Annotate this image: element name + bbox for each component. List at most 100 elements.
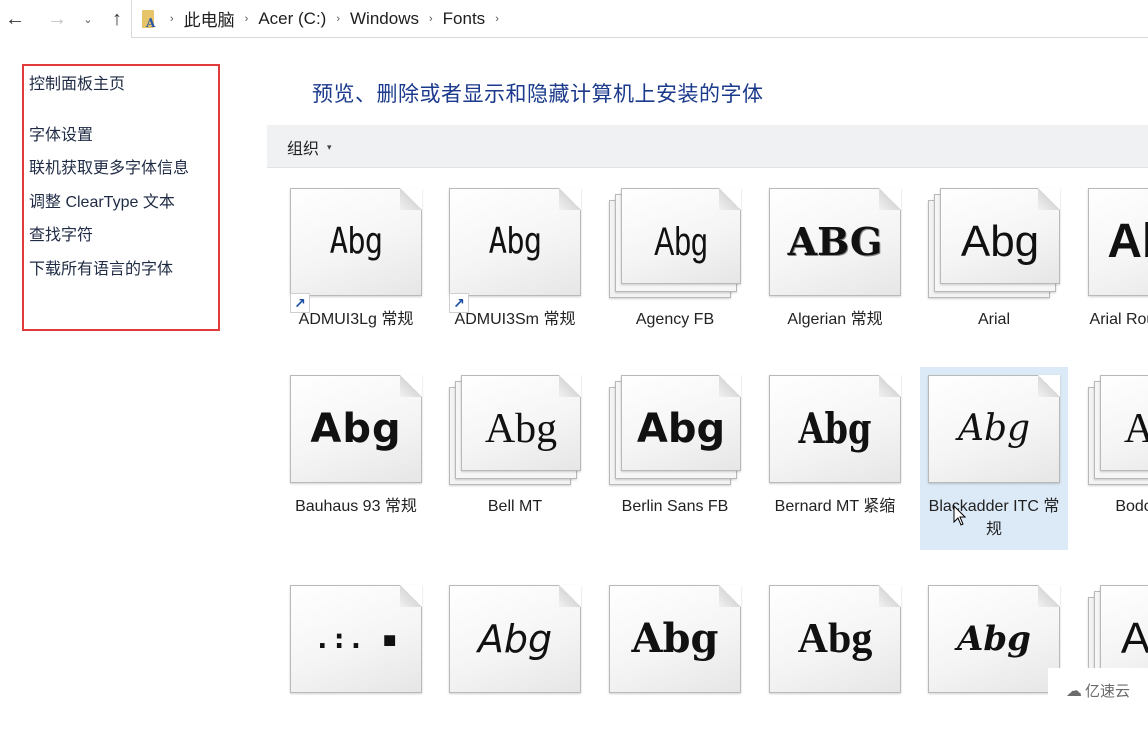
font-file-icon: Abg [290, 375, 426, 485]
caret-down-icon: ▾ [327, 141, 332, 152]
font-item[interactable]: Abg [1080, 577, 1148, 755]
watermark-text: 亿速云 [1084, 683, 1130, 700]
font-name-label: Berlin Sans FB [621, 498, 729, 515]
chevron-down-icon: ⌄ [83, 13, 93, 26]
breadcrumb-this-pc[interactable]: 此电脑 [180, 6, 239, 31]
page-corner-fold [400, 585, 422, 607]
font-item[interactable]: Abg ↗ ADMUI3Sm 常规 [441, 180, 589, 358]
organize-label: 组织 [287, 141, 320, 158]
control-panel-home-link[interactable]: 控制面板主页 [29, 70, 125, 94]
font-item[interactable]: Abg ↗ ADMUI3Lg 常规 [282, 180, 430, 358]
font-item[interactable]: Abg [920, 577, 1068, 755]
task-pane: 控制面板主页 字体设置 联机获取更多字体信息 调整 ClearType 文本 查… [22, 64, 220, 331]
font-page: Abg ↗ [449, 188, 581, 313]
command-bar: 组织 ▾ [267, 125, 1148, 168]
font-name-label: Bell MT [487, 498, 543, 515]
font-item[interactable]: Abg Bell MT [441, 367, 589, 550]
page-corner-fold [879, 585, 901, 607]
font-sample-preview: Abg [960, 217, 1040, 266]
font-file-icon: Abg [928, 188, 1064, 298]
font-page: Abg ↗ [290, 188, 422, 313]
font-sample-preview: Abg [1107, 215, 1148, 268]
font-name-label: Bernard MT 紧缩 [774, 498, 896, 515]
forward-button[interactable]: → [46, 6, 68, 32]
font-file-icon: Abg [1088, 188, 1148, 298]
font-name-label: Bodoni MT [1115, 498, 1148, 515]
arrow-left-icon: ← [5, 7, 25, 30]
font-sample-preview: ABG [787, 219, 883, 264]
font-sample-preview: Abg [654, 220, 708, 264]
up-button[interactable]: ↑ [106, 6, 128, 32]
back-button[interactable]: ← [4, 6, 26, 32]
breadcrumb-separator[interactable]: › [330, 13, 346, 25]
font-settings-link[interactable]: 字体设置 [29, 121, 93, 145]
page-corner-fold [400, 188, 422, 210]
recent-locations-button[interactable]: ⌄ [80, 6, 96, 32]
page-corner-fold [1038, 188, 1060, 210]
font-item[interactable]: .:. ▪ [282, 577, 430, 755]
font-page: Abg [461, 375, 581, 471]
font-file-icon: .:. ▪ [290, 585, 426, 695]
breadcrumb-separator[interactable]: › [239, 13, 255, 25]
font-sample-preview: .:. ▪ [313, 622, 399, 655]
page-corner-fold [719, 585, 741, 607]
font-item[interactable]: Abg Berlin Sans FB [601, 367, 749, 550]
breadcrumb-separator[interactable]: › [164, 13, 180, 25]
font-item[interactable]: Abg Arial Rounded MT [1080, 180, 1148, 358]
font-file-icon: Abg [769, 585, 905, 695]
breadcrumb-separator[interactable]: › [489, 13, 505, 25]
navigation-bar: ← → ⌄ ↑ A › 此电脑 › Acer (C:) › Windows › … [0, 0, 1148, 40]
page-corner-fold [879, 188, 901, 210]
font-sample-preview: Abg [798, 404, 872, 453]
font-item[interactable]: Abg [761, 577, 909, 755]
font-item[interactable]: Abg Bernard MT 紧缩 [761, 367, 909, 550]
page-corner-fold [1038, 585, 1060, 607]
fonts-folder-icon: A [142, 9, 156, 30]
font-page: Abg [1100, 375, 1148, 471]
font-sample-preview: Abg [636, 406, 726, 452]
font-item[interactable]: Abg [601, 577, 749, 755]
font-item[interactable]: Abg Agency FB [601, 180, 749, 358]
organize-menu-button[interactable]: 组织 ▾ [287, 135, 332, 159]
font-file-icon: Abg ↗ [290, 188, 426, 313]
font-file-icon: Abg [609, 585, 745, 695]
font-file-icon: Abg [609, 188, 745, 298]
get-font-info-online-link[interactable]: 联机获取更多字体信息 [29, 154, 189, 178]
download-all-language-fonts-link[interactable]: 下载所有语言的字体 [29, 255, 173, 279]
font-file-icon: Abg [1088, 375, 1148, 485]
font-sample-preview: Abg [329, 221, 384, 262]
address-bar[interactable]: A › 此电脑 › Acer (C:) › Windows › Fonts › [131, 0, 1148, 38]
font-page: .:. ▪ [290, 585, 422, 693]
font-item[interactable]: Abg Bauhaus 93 常规 [282, 367, 430, 550]
breadcrumb-windows[interactable]: Windows [346, 9, 423, 29]
breadcrumb-separator[interactable]: › [423, 13, 439, 25]
font-page: Abg [769, 585, 901, 693]
font-sample-preview: Abg [310, 406, 402, 452]
font-file-icon: ABG [769, 188, 905, 298]
watermark: ☁ 亿速云 [1048, 668, 1148, 713]
font-page: ABG [769, 188, 901, 296]
font-name-label: Algerian 常规 [787, 311, 883, 328]
font-name-label: Agency FB [635, 311, 715, 328]
font-item[interactable]: Abg Arial [920, 180, 1068, 358]
font-item[interactable]: Abg Blackadder ITC 常规 [920, 367, 1068, 550]
page-corner-fold [1038, 375, 1060, 397]
font-page: Abg [769, 375, 901, 483]
font-item[interactable]: Abg [441, 577, 589, 755]
font-sample-preview: Abg [488, 221, 543, 262]
font-name-label: Arial Rounded MT [1089, 311, 1148, 328]
breadcrumb-fonts[interactable]: Fonts [439, 9, 490, 29]
adjust-cleartype-link[interactable]: 调整 ClearType 文本 [29, 188, 175, 212]
font-file-icon: Abg [449, 375, 585, 485]
breadcrumb-drive-c[interactable]: Acer (C:) [254, 9, 330, 29]
font-item[interactable]: ABG Algerian 常规 [761, 180, 909, 358]
font-page: Abg [928, 375, 1060, 483]
font-item[interactable]: Abg Bodoni MT [1080, 367, 1148, 550]
font-sample-preview: Abg [484, 406, 558, 452]
cloud-logo-icon: ☁ [1065, 682, 1082, 700]
page-corner-fold [559, 188, 581, 210]
font-file-icon: Abg [609, 375, 745, 485]
find-character-link[interactable]: 查找字符 [29, 221, 93, 245]
font-page: Abg [290, 375, 422, 483]
font-sample-preview: Abg [1123, 406, 1148, 452]
